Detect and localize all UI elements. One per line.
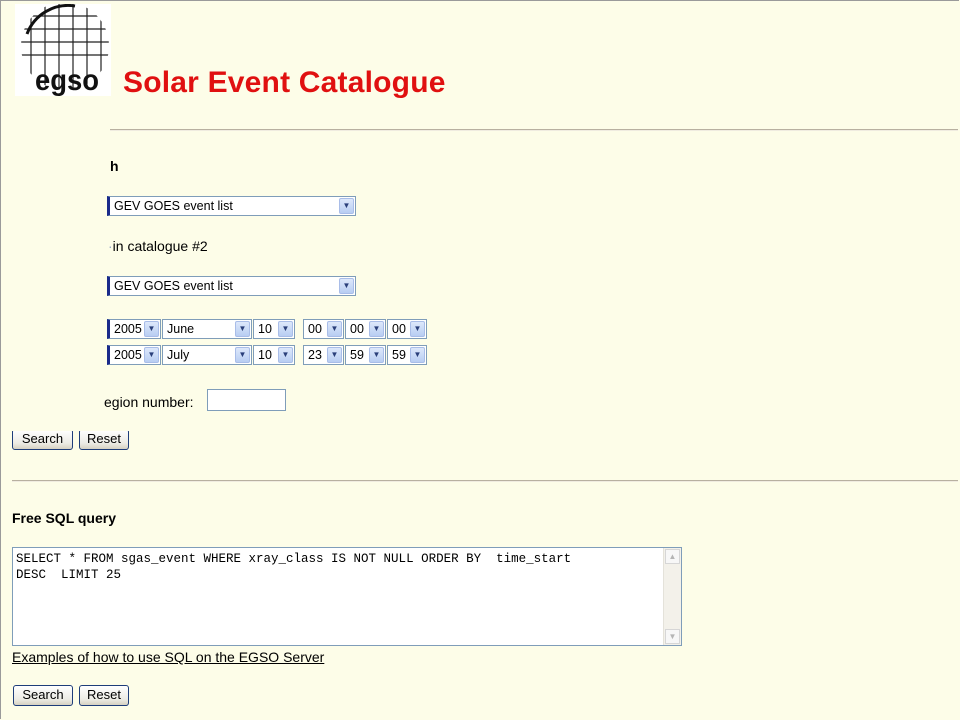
catalogue2-select[interactable]: GEV GOES event list ▼ <box>107 276 356 296</box>
start-year-select[interactable]: 2005 ▼ <box>107 319 161 339</box>
end-month-select[interactable]: July ▼ <box>162 345 252 365</box>
logo-text: egso <box>35 64 99 96</box>
form-search-button[interactable]: Search <box>12 431 73 450</box>
sql-query-text: SELECT * FROM sgas_event WHERE xray_clas… <box>16 552 572 582</box>
start-year-value: 2005 <box>114 322 142 336</box>
sql-search-button[interactable]: Search <box>13 685 73 706</box>
divider <box>12 480 958 482</box>
chevron-down-icon: ▼ <box>339 278 354 294</box>
chevron-down-icon: ▼ <box>369 347 384 363</box>
end-year-value: 2005 <box>114 348 142 362</box>
start-month-select[interactable]: June ▼ <box>162 319 252 339</box>
chevron-down-icon: ▼ <box>235 321 250 337</box>
end-minute-value: 59 <box>350 348 364 362</box>
sql-heading: Free SQL query <box>12 510 117 526</box>
chevron-down-icon: ▼ <box>410 321 425 337</box>
catalogue1-value: GEV GOES event list <box>114 199 233 213</box>
region-number-input[interactable] <box>207 389 286 411</box>
start-month-value: June <box>167 322 195 336</box>
end-month-value: July <box>167 348 190 362</box>
chevron-down-icon: ▼ <box>144 347 159 363</box>
egso-logo: egso <box>15 4 111 96</box>
end-minute-select[interactable]: 59 ▼ <box>345 345 386 365</box>
chevron-down-icon: ▼ <box>144 321 159 337</box>
chevron-down-icon: ▼ <box>339 198 354 214</box>
catalogue2-value: GEV GOES event list <box>114 279 233 293</box>
form-buttons: Search Reset <box>12 431 132 455</box>
end-year-select[interactable]: 2005 ▼ <box>107 345 161 365</box>
sql-reset-button[interactable]: Reset <box>79 685 129 706</box>
chevron-down-icon: ▼ <box>278 347 293 363</box>
start-second-select[interactable]: 00 ▼ <box>387 319 427 339</box>
chevron-down-icon: ▼ <box>369 321 384 337</box>
catalogue2-label: ·in catalogue #2 <box>108 238 208 254</box>
start-day-select[interactable]: 10 ▼ <box>253 319 295 339</box>
end-hour-value: 23 <box>308 348 322 362</box>
end-second-select[interactable]: 59 ▼ <box>387 345 427 365</box>
sql-examples-link[interactable]: Examples of how to use SQL on the EGSO S… <box>12 649 324 665</box>
chevron-down-icon: ▼ <box>278 321 293 337</box>
page-title: Solar Event Catalogue <box>123 66 446 99</box>
chevron-down-icon: ▼ <box>410 347 425 363</box>
form-reset-button[interactable]: Reset <box>79 431 129 450</box>
start-minute-select[interactable]: 00 ▼ <box>345 319 386 339</box>
end-day-select[interactable]: 10 ▼ <box>253 345 295 365</box>
start-day-value: 10 <box>258 322 272 336</box>
sql-query-textarea[interactable]: SELECT * FROM sgas_event WHERE xray_clas… <box>12 547 682 646</box>
end-day-value: 10 <box>258 348 272 362</box>
chevron-down-icon: ▼ <box>327 321 342 337</box>
scroll-up-icon[interactable]: ▲ <box>665 549 680 564</box>
start-second-value: 00 <box>392 322 406 336</box>
chevron-down-icon: ▼ <box>327 347 342 363</box>
search-heading: h <box>110 158 119 174</box>
scroll-down-icon[interactable]: ▼ <box>665 629 680 644</box>
end-second-value: 59 <box>392 348 406 362</box>
region-label: egion number: <box>104 394 194 410</box>
textarea-scrollbar[interactable]: ▲ ▼ <box>663 548 681 645</box>
chevron-down-icon: ▼ <box>235 347 250 363</box>
end-hour-select[interactable]: 23 ▼ <box>303 345 344 365</box>
start-hour-value: 00 <box>308 322 322 336</box>
divider <box>110 129 958 131</box>
start-minute-value: 00 <box>350 322 364 336</box>
catalogue1-select[interactable]: GEV GOES event list ▼ <box>107 196 356 216</box>
start-hour-select[interactable]: 00 ▼ <box>303 319 344 339</box>
